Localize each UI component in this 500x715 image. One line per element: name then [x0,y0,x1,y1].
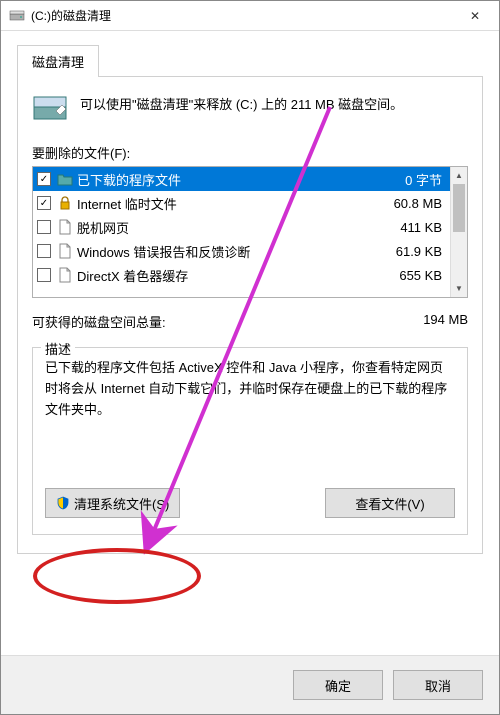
description-legend: 描述 [41,339,75,358]
ok-button[interactable]: 确定 [293,670,383,700]
item-name: DirectX 着色器缓存 [77,266,376,285]
list-item[interactable]: DirectX 着色器缓存655 KB [33,263,450,287]
tab-panel: 可以使用"磁盘清理"来释放 (C:) 上的 211 MB 磁盘空间。 要删除的文… [17,76,483,554]
description-buttons: 清理系统文件(S) 查看文件(V) [45,488,455,518]
drive-icon [9,8,25,24]
shield-icon [56,496,70,510]
page-icon [57,243,73,259]
close-button[interactable]: ✕ [453,2,497,30]
folder-icon [57,171,73,187]
item-size: 60.8 MB [376,196,446,211]
scroll-down-icon[interactable]: ▼ [451,280,467,297]
scrollbar[interactable]: ▲ ▼ [450,167,467,297]
window-title: (C:)的磁盘清理 [31,7,453,24]
view-files-button[interactable]: 查看文件(V) [325,488,455,518]
total-label: 可获得的磁盘空间总量: [32,312,378,331]
close-icon: ✕ [470,9,480,23]
item-size: 61.9 KB [376,244,446,259]
titlebar: (C:)的磁盘清理 ✕ [1,1,499,31]
item-name: 脱机网页 [77,218,376,237]
cancel-button[interactable]: 取消 [393,670,483,700]
checkbox[interactable]: ✓ [37,196,51,210]
list-item[interactable]: ✓ 已下载的程序文件0 字节 [33,167,450,191]
item-size: 655 KB [376,268,446,283]
scroll-up-icon[interactable]: ▲ [451,167,467,184]
scroll-thumb[interactable] [453,184,465,232]
drive-clean-icon [32,91,68,127]
files-listbox[interactable]: ✓已下载的程序文件0 字节✓Internet 临时文件60.8 MB脱机网页41… [32,166,468,298]
total-row: 可获得的磁盘空间总量: 194 MB [32,312,468,331]
list-item[interactable]: ✓ Internet 临时文件60.8 MB [33,191,450,215]
clean-system-files-button[interactable]: 清理系统文件(S) [45,488,180,518]
item-size: 411 KB [376,220,446,235]
total-value: 194 MB [378,312,468,331]
item-name: Internet 临时文件 [77,194,376,213]
checkbox[interactable] [37,268,51,282]
dialog-buttons: 确定 取消 [1,655,499,714]
description-fieldset: 描述 已下载的程序文件包括 ActiveX 控件和 Java 小程序，你查看特定… [32,347,468,535]
scroll-track[interactable] [451,184,467,280]
item-name: Windows 错误报告和反馈诊断 [77,242,376,261]
intro-text: 可以使用"磁盘清理"来释放 (C:) 上的 211 MB 磁盘空间。 [80,91,403,115]
content-area: 磁盘清理 可以使用"磁盘清理"来释放 (C:) 上的 211 MB 磁盘空间。 … [1,31,499,655]
page-icon [57,219,73,235]
tab-disk-cleanup[interactable]: 磁盘清理 [17,45,99,77]
checkbox[interactable] [37,220,51,234]
checkbox[interactable] [37,244,51,258]
item-size: 0 字节 [376,170,446,189]
disk-cleanup-window: (C:)的磁盘清理 ✕ 磁盘清理 可以使用"磁盘清理"来释放 (C:) 上的 2… [0,0,500,715]
page-icon [57,267,73,283]
lock-icon [57,195,73,211]
list-item[interactable]: Windows 错误报告和反馈诊断61.9 KB [33,239,450,263]
item-name: 已下载的程序文件 [77,170,376,189]
listbox-inner: ✓已下载的程序文件0 字节✓Internet 临时文件60.8 MB脱机网页41… [33,167,450,297]
tab-strip: 磁盘清理 [17,45,483,77]
intro-row: 可以使用"磁盘清理"来释放 (C:) 上的 211 MB 磁盘空间。 [32,91,468,127]
files-to-delete-label: 要删除的文件(F): [32,143,468,162]
list-item[interactable]: 脱机网页411 KB [33,215,450,239]
checkbox[interactable]: ✓ [37,172,51,186]
description-text: 已下载的程序文件包括 ActiveX 控件和 Java 小程序，你查看特定网页时… [45,358,455,468]
